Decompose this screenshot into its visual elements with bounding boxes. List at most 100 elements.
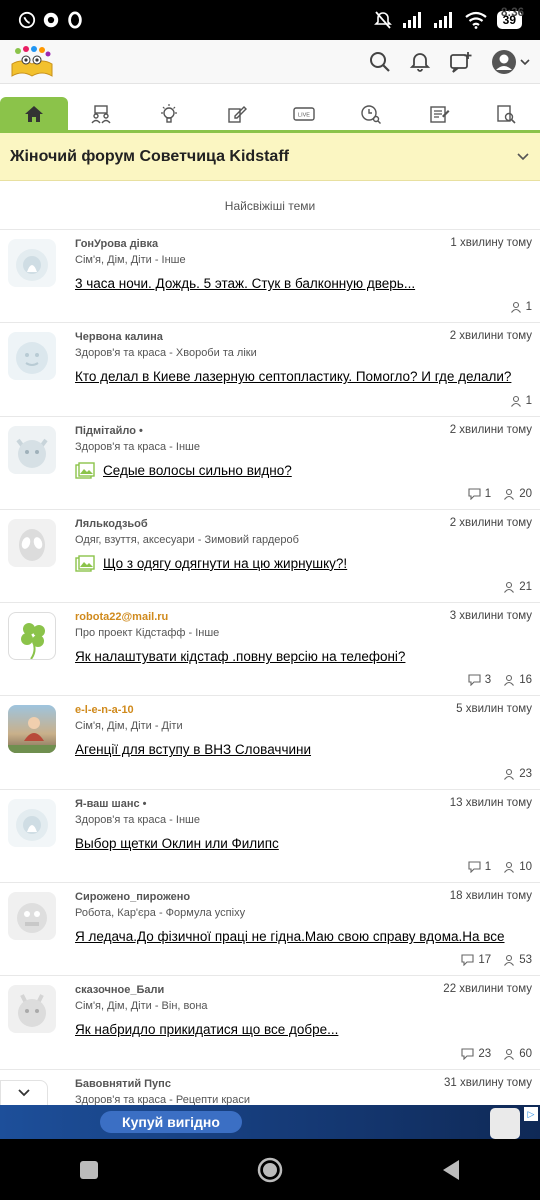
category-label[interactable]: Одяг, взуття, аксесуари - Зимовий гардер…: [75, 532, 532, 548]
topic-link[interactable]: Я ледача.До фізичної праці не гідна.Маю …: [75, 928, 532, 946]
tab-community[interactable]: [68, 97, 136, 130]
tab-notes[interactable]: [405, 97, 473, 130]
topic-row[interactable]: сказочное_Бали Сім'я, Дім, Діти - Він, в…: [0, 976, 540, 1070]
signal-2-icon: [433, 12, 452, 28]
topic-row[interactable]: Червона калина Здоров'я та краса - Хворо…: [0, 323, 540, 417]
topic-link[interactable]: Агенції для вступу в ВНЗ Словаччини: [75, 741, 532, 759]
collapse-ad-button[interactable]: [0, 1080, 48, 1106]
comments-count: 1: [468, 861, 491, 874]
section-tabs: LIVE: [0, 97, 540, 133]
category-label[interactable]: Сім'я, Дім, Діти - Інше: [75, 252, 532, 268]
avatar[interactable]: [8, 425, 56, 474]
new-topic-icon[interactable]: [449, 51, 473, 73]
category-label[interactable]: Здоров'я та краса - Інше: [75, 812, 532, 828]
person-icon: [504, 768, 515, 780]
tab-ideas[interactable]: [135, 97, 203, 130]
avatar[interactable]: [8, 612, 56, 661]
app-header: [0, 40, 540, 84]
home-icon: [24, 105, 43, 122]
image-icon: [75, 555, 95, 572]
person-icon: [504, 675, 515, 687]
topic-title[interactable]: Кто делал в Киеве лазерную септопластику…: [75, 368, 511, 386]
comments-count: 1: [468, 488, 491, 500]
image-icon: [75, 461, 95, 479]
tab-recent[interactable]: [338, 97, 406, 130]
views-count: 53: [503, 954, 532, 966]
tab-write[interactable]: [203, 97, 271, 130]
category-label[interactable]: Робота, Кар'єра - Формула успіху: [75, 905, 532, 921]
avatar[interactable]: [8, 985, 56, 1034]
views-count: 16: [503, 674, 532, 686]
topic-row[interactable]: robota22@mail.ru Про проект Кідстафф - І…: [0, 603, 540, 697]
topic-row[interactable]: Я-ваш шанс • Здоров'я та краса - Інше 13…: [0, 790, 540, 884]
topic-title[interactable]: Выбор щетки Оклин или Филипс: [75, 835, 279, 853]
avatar[interactable]: [8, 332, 56, 381]
topic-link[interactable]: Выбор щетки Оклин или Филипс: [75, 835, 532, 853]
topic-link[interactable]: 3 часа ночи. Дождь. 5 этаж. Стук в балко…: [75, 275, 532, 293]
avatar[interactable]: [8, 798, 56, 847]
avatar[interactable]: [8, 518, 56, 567]
time-label: 13 хвилин тому: [449, 796, 532, 809]
tab-home[interactable]: [0, 97, 68, 130]
topic-title[interactable]: Я ледача.До фізичної праці не гідна.Маю …: [75, 928, 505, 946]
ad-banner[interactable]: Купуй вигідно ▷: [0, 1105, 540, 1139]
category-label[interactable]: Сім'я, Дім, Діти - Діти: [75, 718, 532, 734]
views-count: 20: [503, 488, 532, 500]
opera-icon: [68, 11, 82, 29]
topic-link[interactable]: Що з одягу одягнути на цю жирнушку?!: [75, 555, 532, 573]
home-button-icon[interactable]: [257, 1157, 283, 1183]
person-icon: [504, 955, 515, 967]
topic-title[interactable]: Що з одягу одягнути на цю жирнушку?!: [103, 555, 347, 573]
avatar[interactable]: [8, 705, 56, 754]
topic-link[interactable]: Седые волосы сильно видно?: [75, 461, 532, 480]
clock-search-icon: [361, 104, 382, 124]
topic-link[interactable]: Як налаштувати кідстаф .повну версію на …: [75, 648, 532, 666]
comment-icon: [461, 1048, 474, 1060]
live-icon: LIVE: [293, 106, 315, 121]
topic-row[interactable]: e-l-e-n-a-10 Сім'я, Дім, Діти - Діти 5 х…: [0, 696, 540, 790]
back-icon[interactable]: [441, 1159, 461, 1181]
topic-row[interactable]: Сирожено_пирожено Робота, Кар'єра - Форм…: [0, 883, 540, 977]
time-label: 5 хвилин тому: [456, 703, 532, 716]
time-label: 22 хвилини тому: [443, 983, 532, 996]
topic-title[interactable]: Агенції для вступу в ВНЗ Словаччини: [75, 741, 311, 759]
bell-icon[interactable]: [409, 51, 431, 73]
topic-list: ГонУрова дівка Сім'я, Дім, Діти - Інше 1…: [0, 230, 540, 1163]
chevron-down-icon: [18, 1089, 30, 1097]
kidstaff-logo[interactable]: [10, 44, 54, 80]
ad-cta-button[interactable]: Купуй вигідно: [100, 1111, 242, 1133]
system-nav-bar: [0, 1139, 540, 1200]
person-icon: [504, 582, 515, 594]
topic-link[interactable]: Як набридло прикидатися що все добре...: [75, 1021, 532, 1039]
comment-icon: [468, 861, 481, 874]
views-count: 10: [503, 861, 532, 873]
svg-text:LIVE: LIVE: [298, 112, 310, 118]
avatar-icon: [492, 49, 516, 74]
category-label[interactable]: Здоров'я та краса - Хвороби та ліки: [75, 345, 532, 361]
forum-selector[interactable]: Жіночий форум Советчица Kidstaff: [0, 133, 540, 181]
topic-title[interactable]: Седые волосы сильно видно?: [103, 462, 292, 480]
topic-title[interactable]: Як набридло прикидатися що все добре...: [75, 1021, 338, 1039]
topic-link[interactable]: Кто делал в Киеве лазерную септопластику…: [75, 368, 532, 386]
person-icon: [510, 302, 521, 314]
topic-row[interactable]: Підмітайло • Здоров'я та краса - Інше 2 …: [0, 417, 540, 510]
category-label[interactable]: Сім'я, Дім, Діти - Він, вона: [75, 998, 532, 1014]
avatar[interactable]: [8, 239, 56, 287]
forum-title: Жіночий форум Советчица Kidstaff: [10, 147, 289, 165]
topic-title[interactable]: 3 часа ночи. Дождь. 5 этаж. Стук в балко…: [75, 275, 415, 293]
category-label[interactable]: Здоров'я та краса - Інше: [75, 439, 532, 455]
tab-search-topics[interactable]: [473, 97, 540, 130]
tab-live[interactable]: LIVE: [270, 97, 338, 130]
comment-icon: [461, 954, 474, 967]
avatar[interactable]: [8, 892, 56, 941]
ad-phone-image: [490, 1108, 520, 1139]
topic-title[interactable]: Як налаштувати кідстаф .повну версію на …: [75, 648, 405, 666]
profile-menu[interactable]: [491, 49, 530, 75]
document-search-icon: [497, 104, 516, 124]
recents-icon[interactable]: [79, 1160, 99, 1180]
search-icon[interactable]: [369, 51, 391, 73]
category-label[interactable]: Про проект Кідстафф - Інше: [75, 625, 532, 641]
topic-row[interactable]: ГонУрова дівка Сім'я, Дім, Діти - Інше 1…: [0, 230, 540, 324]
topic-row[interactable]: Лялькодзьоб Одяг, взуття, аксесуари - Зи…: [0, 510, 540, 604]
ad-info-icon[interactable]: ▷: [524, 1107, 538, 1121]
